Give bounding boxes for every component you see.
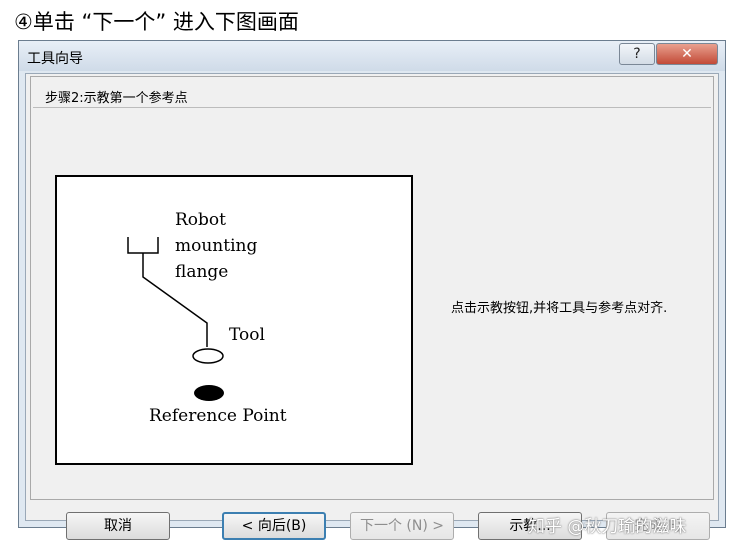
window-title: 工具向导 <box>27 51 83 67</box>
reference-point-shape <box>194 385 224 401</box>
robot-label-line1: Robot <box>175 210 226 230</box>
tool-wizard-dialog: 工具向导 ? ✕ 步骤2:示教第一个参考点 Robot mounting fla… <box>18 40 726 540</box>
title-bar[interactable]: 工具向导 ? ✕ <box>19 41 725 71</box>
close-button[interactable]: ✕ <box>656 43 718 65</box>
next-button[interactable]: 下一个 (N) > <box>350 512 454 540</box>
back-button[interactable]: < 向后(B) <box>222 512 326 540</box>
step-separator <box>33 107 711 108</box>
robot-label-line3: flange <box>175 262 229 282</box>
robot-label-line2: mounting <box>175 236 258 256</box>
reference-point-label: Reference Point <box>149 406 287 426</box>
step-panel: 步骤2:示教第一个参考点 Robot mounting flange Tool <box>30 76 714 500</box>
tool-label: Tool <box>229 325 265 345</box>
cancel-button[interactable]: 取消 <box>66 512 170 540</box>
instruction-text: 点击示教按钮,并将工具与参考点对齐. <box>451 301 668 316</box>
watermark: 知乎 @秋刀瑜的滋味 <box>528 517 687 537</box>
step-title: 步骤2:示教第一个参考点 <box>45 91 188 106</box>
tool-tip-shape <box>192 348 224 364</box>
help-button[interactable]: ? <box>619 43 655 65</box>
tool-diagram: Robot mounting flange Tool Reference Poi… <box>55 175 413 465</box>
mounting-flange-shape <box>127 237 159 254</box>
dialog-body: 步骤2:示教第一个参考点 Robot mounting flange Tool <box>25 73 719 540</box>
page-caption: ④单击 “下一个” 进入下图画面 <box>14 10 299 34</box>
